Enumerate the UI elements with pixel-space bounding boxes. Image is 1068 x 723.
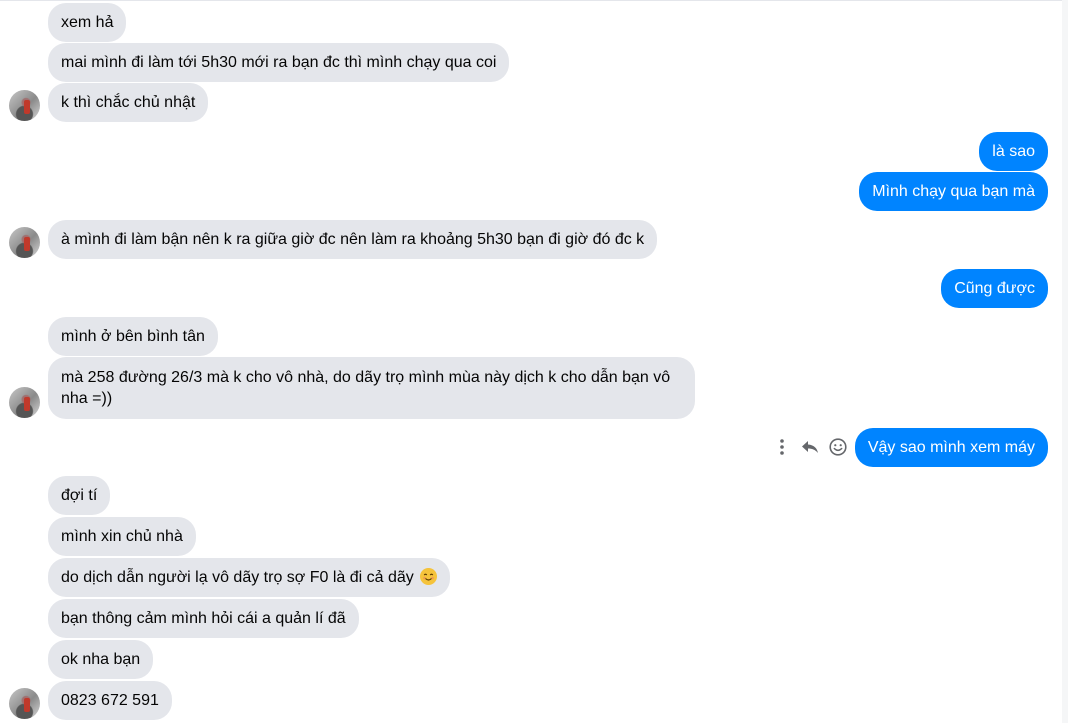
- reply-icon[interactable]: [800, 437, 820, 457]
- message-text: đợi tí: [61, 487, 98, 504]
- message-bubble-incoming[interactable]: mình ở bên bình tân: [48, 317, 218, 356]
- message-text: do dịch dẫn người lạ vô dãy trọ sợ F0 là…: [61, 569, 414, 586]
- message-text: mai mình đi làm tới 5h30 mới ra bạn đc t…: [61, 54, 497, 71]
- message-text: Cũng được: [954, 280, 1035, 297]
- message-text: Vậy sao mình xem máy: [867, 439, 1035, 456]
- message-text: à mình đi làm bận nên k ra giữa giờ đc n…: [61, 231, 645, 248]
- message-bubble-incoming[interactable]: 0823 672 591: [48, 681, 172, 720]
- smiling-face-emoji-icon: [420, 568, 438, 585]
- contact-avatar[interactable]: [9, 90, 40, 121]
- message-bubble-incoming[interactable]: đợi tí: [48, 476, 111, 515]
- message-bubble-outgoing[interactable]: Mình chạy qua bạn mà: [859, 172, 1048, 211]
- message-bubble-outgoing[interactable]: là sao: [979, 132, 1048, 171]
- message-bubble-incoming[interactable]: k thì chắc chủ nhật: [48, 83, 209, 122]
- message-bubble-outgoing[interactable]: Vậy sao mình xem máy: [854, 428, 1048, 467]
- message-bubble-incoming[interactable]: mình xin chủ nhà: [48, 517, 196, 556]
- message-bubble-incoming[interactable]: mai mình đi làm tới 5h30 mới ra bạn đc t…: [48, 43, 510, 82]
- more-options-icon[interactable]: [772, 437, 792, 457]
- message-text: ok nha bạn: [61, 651, 141, 668]
- message-text: mình ở bên bình tân: [61, 328, 205, 345]
- react-emoji-icon[interactable]: [828, 437, 848, 457]
- message-text: xem hả: [61, 14, 114, 31]
- message-text: là sao: [992, 143, 1035, 160]
- message-bubble-incoming[interactable]: mà 258 đường 26/3 mà k cho vô nhà, do dã…: [48, 357, 695, 419]
- scrollbar-track[interactable]: [1062, 0, 1068, 723]
- top-divider: [0, 0, 1068, 1]
- message-text: mà 258 đường 26/3 mà k cho vô nhà, do dã…: [61, 369, 671, 407]
- message-actions: [772, 434, 848, 460]
- contact-avatar[interactable]: [9, 688, 40, 719]
- message-text: bạn thông cảm mình hỏi cái a quản lí đã: [61, 610, 346, 627]
- message-bubble-incoming[interactable]: ok nha bạn: [48, 640, 154, 679]
- message-text: Mình chạy qua bạn mà: [872, 183, 1035, 200]
- message-text: 0823 672 591: [61, 692, 159, 709]
- message-bubble-incoming[interactable]: bạn thông cảm mình hỏi cái a quản lí đã: [48, 599, 359, 638]
- message-bubble-incoming[interactable]: do dịch dẫn người lạ vô dãy trọ sợ F0 là…: [48, 558, 451, 597]
- message-bubble-incoming[interactable]: xem hả: [48, 3, 127, 42]
- message-text: k thì chắc chủ nhật: [61, 94, 196, 111]
- message-text: mình xin chủ nhà: [61, 528, 183, 545]
- message-bubble-incoming[interactable]: à mình đi làm bận nên k ra giữa giờ đc n…: [48, 220, 658, 259]
- contact-avatar[interactable]: [9, 227, 40, 258]
- contact-avatar[interactable]: [9, 387, 40, 418]
- message-bubble-outgoing[interactable]: Cũng được: [941, 269, 1048, 308]
